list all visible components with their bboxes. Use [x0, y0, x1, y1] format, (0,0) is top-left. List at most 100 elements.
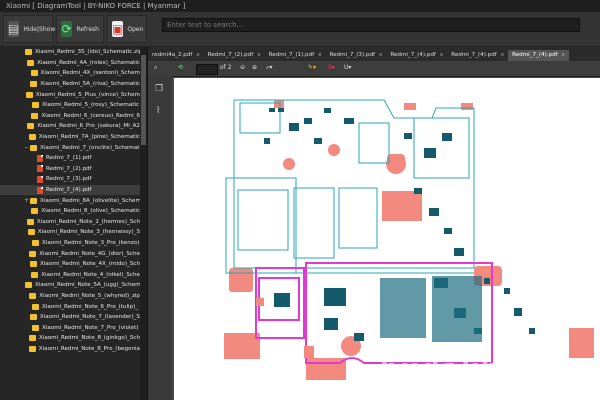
- tree-file-item[interactable]: Redmi_7_(2).pdf: [0, 164, 140, 175]
- tree-item-label: Xiaomi_Redmi_5A_(riva)_Schematic: [40, 81, 140, 88]
- tree-folder-item[interactable]: Xiaomi_Redmi_Note_3_(hennessy)_S: [0, 227, 140, 238]
- pdf-file-icon: [37, 186, 43, 194]
- tree-item-label: Xiaomi_Redmi_Note_4X_(mido)_Sch: [40, 261, 140, 268]
- tree-folder-item[interactable]: Xiaomi_Redmi_8_(olive)_Schematic: [0, 206, 140, 217]
- folder-icon: [25, 49, 32, 56]
- tab-label: Redmi_7_(2).pdf: [207, 52, 254, 58]
- navigate-icon[interactable]: ⟲: [178, 64, 183, 71]
- tree-folder-item[interactable]: Xiaomi_Redmi_5A_(riva)_Schematic: [0, 79, 140, 90]
- tree-scrollbar-thumb[interactable]: [141, 55, 146, 145]
- tree-folder-item[interactable]: Xiaomi_Redmi_Note_5A_(ugg)_Schem: [0, 280, 140, 291]
- document-tab[interactable]: redmi4a_2.pdf x: [148, 50, 204, 61]
- refresh-label: Refresh: [76, 25, 99, 33]
- document-tab[interactable]: Redmi_7_(4).pdf x: [447, 50, 508, 61]
- tree-item-label: Xiaomi_Redmi_7_(onclite)_Schematic: [40, 144, 140, 151]
- pdf-file-icon: [37, 175, 43, 183]
- folder-icon: [32, 303, 39, 310]
- document-tabs: redmi4a_2.pdf x Redmi_7_(2).pdf x Redmi_7_(1…: [148, 47, 600, 61]
- open-button[interactable]: ▣ Open: [107, 15, 147, 43]
- tree-file-item[interactable]: Redmi_7_(1).pdf: [0, 153, 140, 164]
- tab-label: Redmi_7_(1).pdf: [268, 52, 315, 58]
- attachment-icon[interactable]: ⌇: [156, 106, 160, 116]
- document-tab[interactable]: Redmi_7_(1).pdf x: [265, 50, 326, 61]
- tab-label: Redmi_7_(3).pdf: [329, 52, 375, 58]
- tree-folder-item[interactable]: Xiaomi_Redmi_Note_4_(nikel)_Sche: [0, 269, 140, 280]
- tree-folder-item[interactable]: Xiaomi_Redmi_Note_7_Pro_(violet): [0, 322, 140, 333]
- document-tab[interactable]: Redmi_7_(2).pdf x: [204, 50, 265, 61]
- tab-label: Redmi_7_(4).pdf: [390, 52, 436, 58]
- zoom-select-icon[interactable]: ⌕▾: [266, 64, 272, 72]
- tree-folder-item[interactable]: Xiaomi_Redmi_Note_5_(whyred)_zip: [0, 291, 140, 302]
- page-number-input[interactable]: [196, 64, 218, 75]
- tree-folder-item[interactable]: Xiaomi_Redmi_7A_(pine)_Schematic: [0, 132, 140, 143]
- document-tab[interactable]: Redmi_7_(4).pdf x: [386, 50, 447, 61]
- document-tab[interactable]: Redmi_7_(3).pdf x: [325, 50, 386, 61]
- refresh-button[interactable]: ⟳ Refresh: [56, 15, 104, 43]
- close-tab-icon[interactable]: x: [379, 52, 382, 58]
- tree-folder-item[interactable]: Xiaomi_Redmi_5_Plus_(vince)_Schem: [0, 89, 140, 100]
- tree-folder-item[interactable]: Xiaomi_Redmi_Note_4G_(dior)_Sche: [0, 248, 140, 259]
- tree-item-label: Redmi_7_(3).pdf: [46, 176, 92, 183]
- tree-file-item[interactable]: Redmi_7_(3).pdf: [0, 174, 140, 185]
- folder-icon: [30, 261, 37, 268]
- tree-item-label: Xiaomi_Redmi_6_Pro_(sakura)_Mi_A2: [37, 123, 140, 130]
- tree-item-label: Xiaomi_Redmi_Note_4_(nikel)_Sche: [41, 271, 140, 278]
- folder-icon: [25, 91, 33, 98]
- pdf-viewer: ⌕ ⟲ of 2 ⊖ ⊕ ⌕▾ ✎▾ S▾ U▾ ❐ ⌇: [148, 61, 600, 400]
- open-pdf-icon: ▣: [112, 21, 124, 37]
- document-tab[interactable]: Redmi_7_(4).pdf x: [508, 50, 569, 61]
- folder-icon: [30, 144, 38, 151]
- tree-folder-item[interactable]: Xiaomi_Redmi_Note_8_Pro_(begonia: [0, 344, 140, 355]
- tree-folder-item[interactable]: Xiaomi_Redmi_Note_3_Pro_(kenzo): [0, 238, 140, 249]
- strikeout-icon[interactable]: S▾: [328, 64, 335, 71]
- tree-folder-item[interactable]: Xiaomi_Redmi_Note_6_Pro_(tulip)_: [0, 301, 140, 312]
- tree-item-label: Xiaomi_Redmi_Note_7_(lavender)_S: [39, 314, 140, 321]
- tree-scrollbar[interactable]: [140, 47, 147, 400]
- highlight-icon[interactable]: ✎▾: [308, 64, 316, 71]
- tree-folder-item[interactable]: + Xiaomi_Redmi_8A_(olivelite)_Schem: [0, 195, 140, 206]
- folder-icon: [29, 314, 37, 321]
- tree-folder-item[interactable]: Xiaomi_Redmi_5_(rosy)_Schematic: [0, 100, 140, 111]
- folder-icon: [27, 123, 35, 130]
- pdf-file-icon: [37, 165, 43, 173]
- tree-item-label: Xiaomi_Redmi_Note_5_(whyred)_zip: [39, 292, 140, 299]
- tree-folder-item[interactable]: Xiaomi_Redmi_4A_(rolex)_Schematic: [0, 58, 140, 69]
- tree-folder-item[interactable]: Xiaomi_Redmi_6_Pro_(sakura)_Mi_A2: [0, 121, 140, 132]
- tree-item-label: Xiaomi_Redmi_5_Plus_(vince)_Schem: [35, 91, 140, 98]
- close-tab-icon[interactable]: x: [501, 52, 504, 58]
- expand-toggle-icon[interactable]: −: [24, 144, 29, 151]
- tree-folder-item[interactable]: Xiaomi_Redmi_3S_(ido)_Schematic.zip: [0, 47, 140, 58]
- folder-icon: [25, 282, 32, 289]
- tree-folder-item[interactable]: Xiaomi_Redmi_Note_8_(ginkgo)_Sch: [0, 333, 140, 344]
- tree-file-item[interactable]: Redmi_7_(4).pdf: [0, 184, 140, 196]
- zoom-in-icon[interactable]: ⊕: [252, 64, 257, 71]
- tree-folder-item[interactable]: Xiaomi_Redmi_6_(cereus)_Redmi_6: [0, 111, 140, 122]
- tree-item-label: Xiaomi_Redmi_8_(olive)_Schematic: [41, 208, 140, 215]
- tree-folder-item[interactable]: Xiaomi_Redmi_4X_(santoni)_Schem: [0, 68, 140, 79]
- tree-folder-item[interactable]: Xiaomi_Redmi_Note_2_(hermes)_Sch: [0, 217, 140, 228]
- pages-icon[interactable]: ❐: [155, 84, 163, 94]
- tree-folder-item[interactable]: − Xiaomi_Redmi_7_(onclite)_Schematic: [0, 142, 140, 153]
- zoom-out-icon[interactable]: ⊖: [240, 64, 245, 71]
- search-input[interactable]: Enter text to search...: [162, 18, 580, 32]
- hideshow-label: Hide|Show: [23, 25, 56, 33]
- tree-item-label: Xiaomi_Redmi_5_(rosy)_Schematic: [42, 102, 140, 109]
- close-tab-icon[interactable]: x: [318, 52, 321, 58]
- file-tree: Xiaomi_Redmi_3S_(ido)_Schematic.zip Xiaom…: [0, 47, 140, 354]
- tab-label: redmi4a_2.pdf: [152, 52, 193, 58]
- tree-folder-item[interactable]: Xiaomi_Redmi_Note_4X_(mido)_Sch: [0, 259, 140, 270]
- hideshow-button[interactable]: ▤ Hide|Show: [3, 15, 56, 43]
- close-tab-icon[interactable]: x: [562, 52, 565, 58]
- close-tab-icon[interactable]: x: [257, 52, 260, 58]
- close-tab-icon[interactable]: x: [440, 52, 443, 58]
- folder-icon: [32, 102, 39, 109]
- tree-item-label: Xiaomi_Redmi_Note_3_Pro_(kenzo): [42, 239, 140, 246]
- underline-icon[interactable]: U▾: [344, 64, 351, 71]
- binoculars-icon[interactable]: ⌕: [154, 64, 157, 72]
- expand-toggle-icon[interactable]: +: [24, 197, 29, 204]
- open-label: Open: [127, 25, 144, 33]
- tree-folder-item[interactable]: Xiaomi_Redmi_Note_7_(lavender)_S: [0, 312, 140, 323]
- panel-icon: ▤: [8, 21, 20, 37]
- pdf-page: [174, 78, 600, 400]
- close-tab-icon[interactable]: x: [196, 52, 199, 58]
